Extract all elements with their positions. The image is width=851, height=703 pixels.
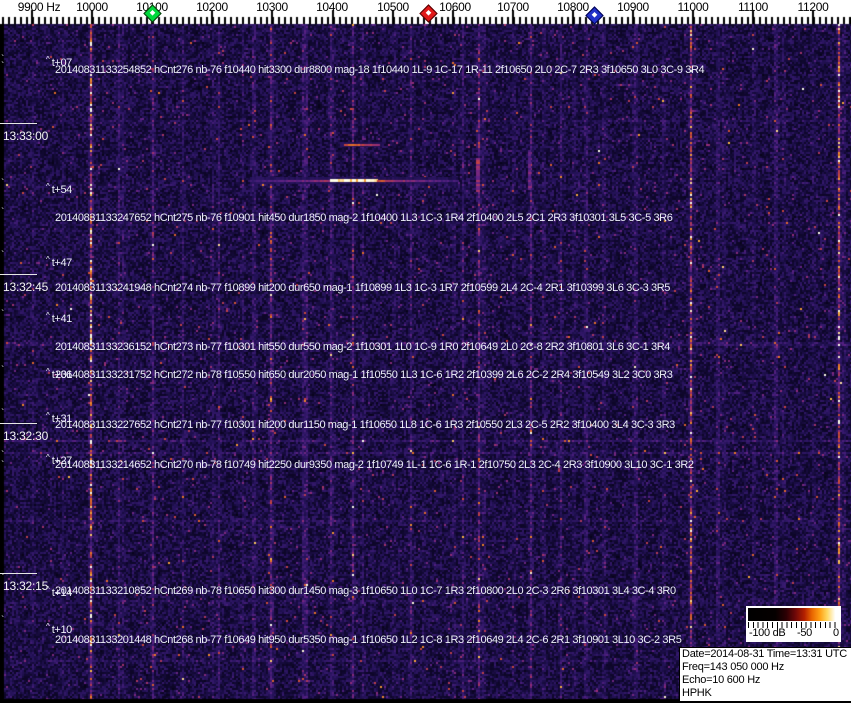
left-event-mark: `	[1, 178, 5, 189]
event-time-marker: ^ t+47	[46, 254, 72, 269]
freq-axis-label: 10000	[76, 0, 108, 14]
left-event-mark: `	[1, 250, 5, 261]
freq-axis-label: 10900	[617, 0, 649, 14]
caret-icon: ^	[46, 367, 50, 376]
time-axis-label: 13:33:00	[3, 129, 49, 143]
caret-icon: ^	[46, 255, 50, 264]
freq-axis-label: 10300	[256, 0, 288, 14]
time-tick-line	[0, 274, 37, 275]
caret-icon: ^	[46, 55, 50, 64]
left-event-mark: `	[1, 615, 5, 626]
freq-axis-label: 9900 Hz	[17, 0, 61, 14]
caret-icon: ^	[46, 311, 50, 320]
marker-center-dot	[425, 9, 432, 16]
caret-icon: ^	[46, 585, 50, 594]
event-data-line: 20140831133254852 hCnt276 nb-76 f10440 h…	[55, 64, 705, 76]
info-box-line: Date=2014-08-31 Time=13:31 UTC	[682, 648, 847, 660]
info-box-line: Echo=10 600 Hz	[682, 674, 761, 686]
freq-axis-label: 11100	[737, 0, 769, 14]
freq-axis-label: 10200	[196, 0, 228, 14]
left-event-mark: `	[1, 408, 5, 419]
legend-db-label: 0	[833, 627, 839, 639]
event-data-line: 20140831133201448 hCnt268 nb-77 f10649 h…	[55, 634, 682, 646]
event-data-line: 20140831133231752 hCnt272 nb-78 f10550 h…	[55, 369, 673, 381]
freq-axis-label: 11200	[797, 0, 829, 14]
left-event-mark: `	[1, 460, 5, 471]
freq-axis-label: 10400	[316, 0, 348, 14]
status-info-box: Date=2014-08-31 Time=13:31 UTC Freq=143 0…	[679, 647, 851, 702]
time-tick-line	[0, 423, 37, 424]
left-event-mark: `	[1, 365, 5, 376]
left-event-mark: `	[1, 450, 5, 461]
legend-db-label: -100 dB	[749, 627, 786, 639]
time-axis-label: 13:32:30	[3, 429, 49, 443]
left-event-mark: `	[1, 61, 5, 72]
event-time-marker: ^ t+41	[46, 310, 72, 325]
freq-axis-label: 10700	[497, 0, 529, 14]
time-axis-label: 13:32:15	[3, 579, 49, 593]
time-tick-line	[0, 573, 37, 574]
legend-db-label: -50	[797, 627, 812, 639]
left-event-mark: `	[1, 309, 5, 320]
event-marker-label: t+41	[51, 313, 73, 325]
meteor-echo-spectrogram-window: { "caret": "^", "colors": { "ruler_bg": …	[0, 0, 851, 703]
event-data-line: 20140831133210852 hCnt269 nb-78 f10650 h…	[55, 585, 676, 597]
freq-axis-label: 10800	[557, 0, 589, 14]
time-tick-line	[0, 123, 37, 124]
info-box-line: Freq=143 050 000 Hz	[682, 661, 784, 673]
event-marker-label: t+54	[51, 184, 73, 196]
event-time-marker: ^ t+54	[46, 181, 72, 196]
event-marker-label: t+47	[51, 257, 73, 269]
marker-center-dot	[591, 11, 598, 18]
event-data-line: 20140831133247652 hCnt275 nb-76 f10901 h…	[55, 212, 673, 224]
event-data-line: 20140831133236152 hCnt273 nb-77 f10301 h…	[55, 341, 670, 353]
marker-center-dot	[149, 9, 156, 16]
time-axis-label: 13:32:45	[3, 280, 49, 294]
caret-icon: ^	[46, 622, 50, 631]
left-event-mark: `	[1, 573, 5, 584]
colorbar-gradient	[748, 608, 839, 621]
event-data-line: 20140831133241948 hCnt274 nb-77 f10899 h…	[55, 282, 670, 294]
caret-icon: ^	[46, 453, 50, 462]
freq-axis-label: 11000	[677, 0, 709, 14]
caret-icon: ^	[46, 182, 50, 191]
caret-icon: ^	[46, 411, 50, 420]
freq-axis-label: 10600	[439, 0, 471, 14]
event-data-line: 20140831133214652 hCnt270 nb-78 f10749 h…	[55, 459, 694, 471]
freq-axis-label: 10500	[377, 0, 409, 14]
left-event-mark: `	[1, 207, 5, 218]
event-data-line: 20140831133227652 hCnt271 nb-77 f10301 h…	[55, 419, 675, 431]
info-box-line: HPHK	[682, 687, 712, 699]
db-scale-legend: -100 dB -50 0	[746, 606, 841, 642]
